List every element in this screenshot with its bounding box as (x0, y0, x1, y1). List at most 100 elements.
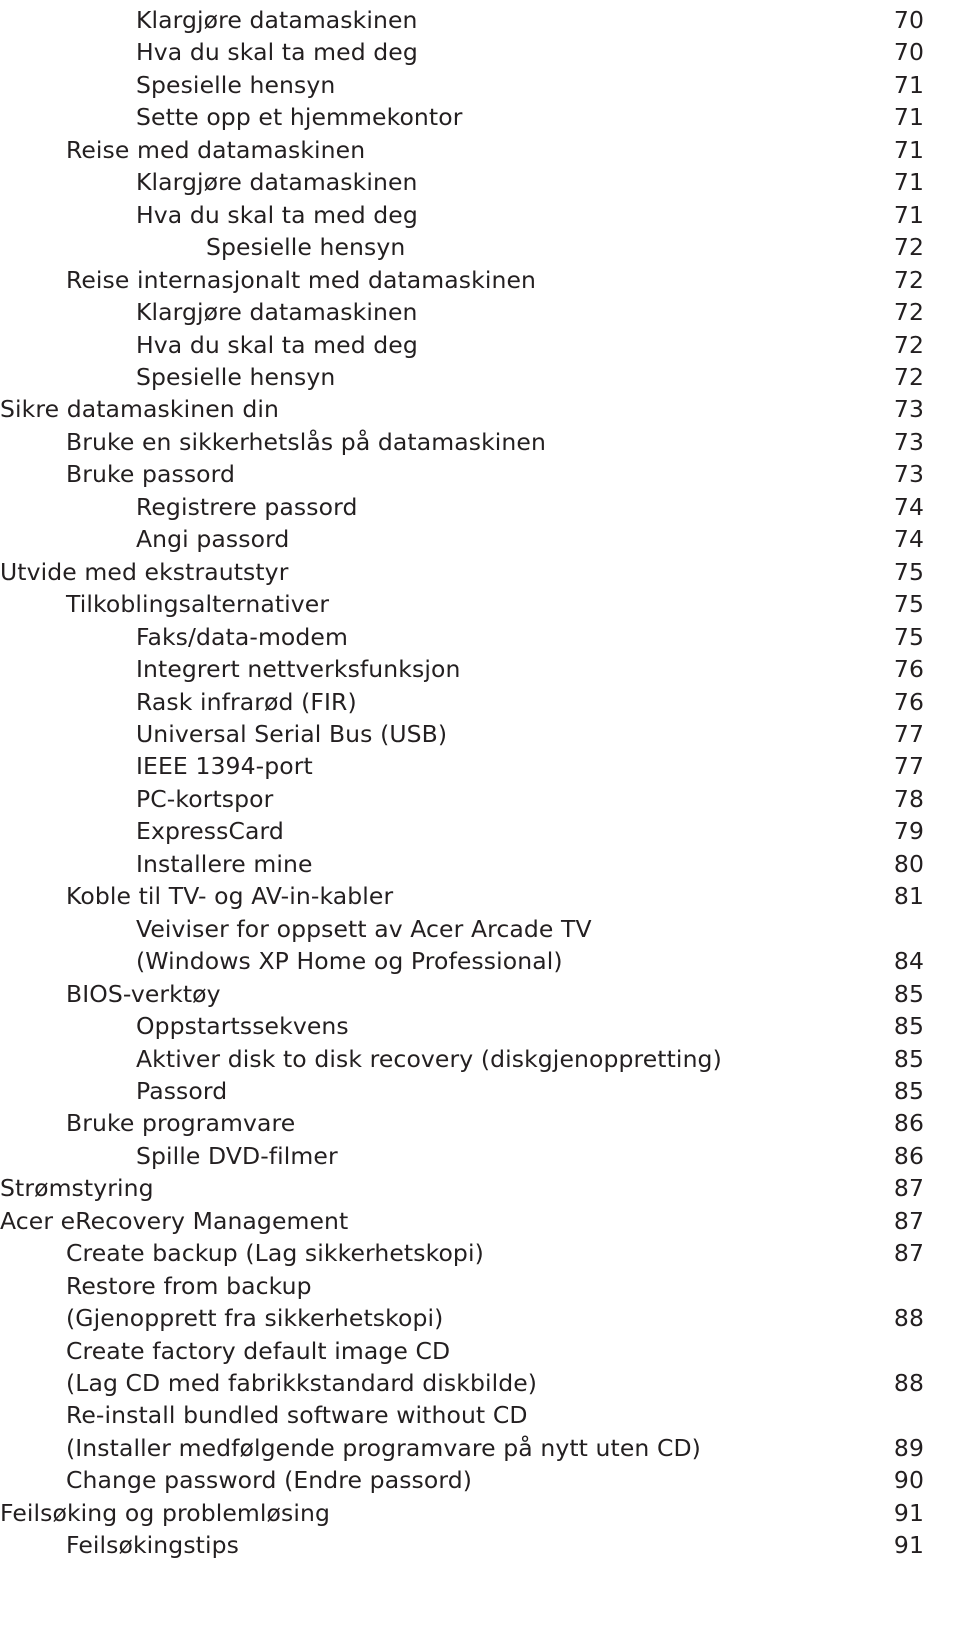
toc-entry-label: Klargjøre datamaskinen (136, 298, 418, 327)
toc-entry-label: Restore from backup (66, 1271, 312, 1300)
toc-entry-label: Universal Serial Bus (USB) (136, 719, 448, 748)
toc-entry[interactable]: (Lag CD med fabrikkstandard diskbilde) 88 (0, 1367, 960, 1399)
toc-entry[interactable]: (Gjenopprett fra sikkerhetskopi) 88 (0, 1302, 960, 1334)
toc-entry-page-number: 75 (893, 590, 924, 619)
toc-entry-page-number: 74 (893, 492, 924, 521)
toc-entry[interactable]: Re-install bundled software without CD (0, 1399, 960, 1431)
toc-entry[interactable]: Spesielle hensyn 72 (0, 231, 960, 263)
toc-entry[interactable]: Klargjøre datamaskinen 71 (0, 166, 960, 198)
toc-entry-label: Spesielle hensyn (136, 362, 336, 391)
toc-entry-page-number: 70 (893, 6, 924, 34)
toc-entry-label: Passord (136, 1076, 228, 1105)
toc-entry-page-number: 88 (893, 1304, 924, 1333)
toc-entry-label: Angi passord (136, 525, 290, 554)
toc-entry-page-number: 71 (893, 103, 924, 132)
toc-entry[interactable]: Bruke passord 73 (0, 458, 960, 490)
toc-entry-label: Reise med datamaskinen (66, 135, 366, 164)
toc-entry[interactable]: Change password (Endre passord) 90 (0, 1464, 960, 1496)
toc-entry[interactable]: Spesielle hensyn 72 (0, 361, 960, 393)
toc-entry-page-number: 77 (893, 719, 924, 748)
toc-entry[interactable]: BIOS-verktøy 85 (0, 978, 960, 1010)
toc-entry-label: Koble til TV- og AV-in-kabler (66, 882, 394, 911)
toc-entry[interactable]: ExpressCard 79 (0, 815, 960, 847)
toc-entry[interactable]: Spille DVD-filmer 86 (0, 1140, 960, 1172)
toc-entry-page-number: 77 (893, 752, 924, 781)
toc-entry[interactable]: Hva du skal ta med deg 71 (0, 199, 960, 231)
toc-entry[interactable]: IEEE 1394-port 77 (0, 750, 960, 782)
toc-entry[interactable]: (Windows XP Home og Professional) 84 (0, 945, 960, 977)
toc-entry-page-number: 71 (893, 200, 924, 229)
toc-entry-label: Klargjøre datamaskinen (136, 6, 418, 34)
toc-entry[interactable]: Tilkoblingsalternativer 75 (0, 588, 960, 620)
toc-entry[interactable]: Reise internasjonalt med datamaskinen 72 (0, 264, 960, 296)
toc-entry-page-number: 75 (893, 557, 924, 586)
toc-entry-page-number: 87 (893, 1206, 924, 1235)
toc-entry-page-number: 85 (893, 1076, 924, 1105)
toc-entry-page-number: 79 (893, 817, 924, 846)
toc-entry-page-number: 85 (893, 979, 924, 1008)
toc-entry[interactable]: Create factory default image CD (0, 1335, 960, 1367)
toc-entry-label: Sette opp et hjemmekontor (136, 103, 463, 132)
toc-entry-label: Reise internasjonalt med datamaskinen (66, 265, 537, 294)
toc-entry[interactable]: Veiviser for oppsett av Acer Arcade TV (0, 913, 960, 945)
toc-entry-page-number: 89 (893, 1433, 924, 1462)
toc-entry-label: Faks/data-modem (136, 622, 348, 651)
toc-entry-label: BIOS-verktøy (66, 979, 221, 1008)
toc-entry[interactable]: Hva du skal ta med deg 70 (0, 36, 960, 68)
toc-entry[interactable]: Angi passord 74 (0, 523, 960, 555)
toc-entry[interactable]: Reise med datamaskinen 71 (0, 134, 960, 166)
toc-entry[interactable]: Bruke programvare 86 (0, 1107, 960, 1139)
toc-entry[interactable]: Faks/data-modem 75 (0, 621, 960, 653)
toc-entry[interactable]: Koble til TV- og AV-in-kabler 81 (0, 880, 960, 912)
toc-entry-page-number: 87 (893, 1239, 924, 1268)
toc-entry[interactable]: Oppstartssekvens 85 (0, 1010, 960, 1042)
toc-entry-page-number: 91 (893, 1531, 924, 1560)
toc-entry[interactable]: Restore from backup (0, 1270, 960, 1302)
toc-entry-page-number: 72 (893, 298, 924, 327)
toc-entry[interactable]: Sette opp et hjemmekontor 71 (0, 101, 960, 133)
toc-entry[interactable]: Feilsøkingstips 91 (0, 1529, 960, 1561)
toc-entry-label: Tilkoblingsalternativer (66, 590, 330, 619)
toc-entry-label: (Installer medfølgende programvare på ny… (66, 1433, 701, 1462)
toc-entry[interactable]: Installere mine 80 (0, 848, 960, 880)
toc-entry-label: Klargjøre datamaskinen (136, 168, 418, 197)
toc-entry-label: Hva du skal ta med deg (136, 330, 418, 359)
toc-entry-label: Re-install bundled software without CD (66, 1401, 528, 1430)
toc-entry-label: Spille DVD-filmer (136, 1141, 338, 1170)
toc-entry[interactable]: PC-kortspor 78 (0, 783, 960, 815)
toc-entry[interactable]: Bruke en sikkerhetslås på datamaskinen 73 (0, 426, 960, 458)
toc-entry[interactable]: Aktiver disk to disk recovery (diskgjeno… (0, 1043, 960, 1075)
toc-entry[interactable]: Universal Serial Bus (USB) 77 (0, 718, 960, 750)
toc-entry[interactable]: Feilsøking og problemløsing 91 (0, 1497, 960, 1529)
toc-entry-page-number: 85 (893, 1044, 924, 1073)
toc-entry-label: Bruke en sikkerhetslås på datamaskinen (66, 427, 546, 456)
toc-entry[interactable]: Klargjøre datamaskinen 70 (0, 4, 960, 36)
toc-entry[interactable]: Integrert nettverksfunksjon 76 (0, 653, 960, 685)
toc-entry-page-number: 70 (893, 38, 924, 67)
toc-entry[interactable]: Passord 85 (0, 1075, 960, 1107)
toc-entry-page-number: 76 (893, 655, 924, 684)
table-of-contents: Klargjøre datamaskinen 70 Hva du skal ta m… (0, 0, 960, 1562)
toc-entry[interactable]: Hva du skal ta med deg 72 (0, 329, 960, 361)
toc-entry-page-number: 72 (893, 330, 924, 359)
toc-entry-label: Rask infrarød (FIR) (136, 687, 357, 716)
toc-entry-page-number: 87 (893, 1174, 924, 1203)
toc-entry[interactable]: Rask infrarød (FIR) 76 (0, 686, 960, 718)
toc-entry-page-number: 75 (893, 622, 924, 651)
toc-entry-page-number: 72 (893, 265, 924, 294)
toc-entry-label: Spesielle hensyn (206, 233, 406, 262)
toc-entry-label: PC-kortspor (136, 784, 274, 813)
toc-entry[interactable]: Klargjøre datamaskinen 72 (0, 296, 960, 328)
toc-entry[interactable]: Create backup (Lag sikkerhetskopi) 87 (0, 1237, 960, 1269)
toc-entry[interactable]: Sikre datamaskinen din 73 (0, 393, 960, 425)
toc-entry[interactable]: (Installer medfølgende programvare på ny… (0, 1432, 960, 1464)
toc-entry[interactable]: Strømstyring 87 (0, 1172, 960, 1204)
toc-entry-label: Veiviser for oppsett av Acer Arcade TV (136, 914, 592, 943)
toc-entry[interactable]: Acer eRecovery Management 87 (0, 1205, 960, 1237)
toc-entry[interactable]: Spesielle hensyn 71 (0, 69, 960, 101)
toc-entry-label: Utvide med ekstrautstyr (0, 557, 289, 586)
toc-entry-label: Bruke programvare (66, 1109, 296, 1138)
toc-entry[interactable]: Registrere passord 74 (0, 491, 960, 523)
toc-entry[interactable]: Utvide med ekstrautstyr 75 (0, 556, 960, 588)
toc-entry-page-number: 84 (893, 947, 924, 976)
